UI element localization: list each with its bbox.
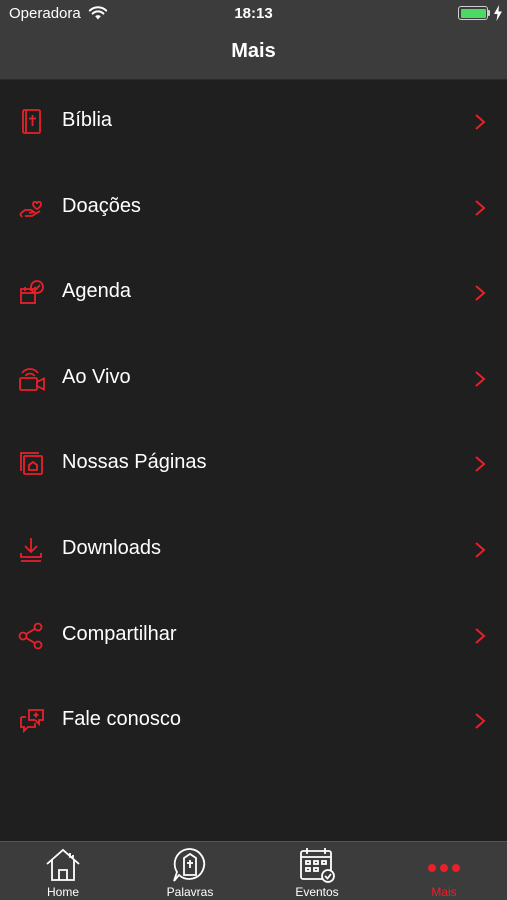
page-title: Mais [231,40,276,62]
status-bar: Operadora 18:13 [0,0,507,28]
navigation-bar: Mais [0,28,507,80]
sermon-bubble-icon [173,848,206,882]
menu-item-label: Compartilhar [62,622,177,645]
menu-item-doacoes[interactable]: Doações [0,166,507,252]
menu-item-label: Ao Vivo [62,365,131,388]
share-icon [18,622,43,649]
clock: 18:13 [234,5,273,22]
menu-item-label: Bíblia [62,109,113,131]
chevron-right-icon [475,114,486,130]
chevron-right-icon [475,713,486,729]
chevron-right-icon [475,285,486,301]
tab-mais[interactable]: Mais [381,842,507,900]
chevron-right-icon [475,542,486,558]
battery-tip [488,10,490,16]
menu-item-label: Fale conosco [62,708,181,731]
menu-item-label: Nossas Páginas [62,451,207,474]
donation-hand-icon [19,200,42,218]
menu-item-label: Doações [62,194,141,217]
menu-list: Bíblia Doações Agenda Ao Vivo Nossas Pág… [0,80,507,765]
chevron-right-icon [475,456,486,473]
tab-label: Eventos [295,885,339,899]
chevron-right-icon [475,371,486,387]
menu-item-fale-conosco[interactable]: Fale conosco [0,679,507,765]
battery-icon [458,6,488,20]
tab-label: Mais [431,885,457,899]
menu-item-biblia[interactable]: Bíblia [0,80,507,166]
pages-icon [20,452,43,476]
menu-item-nossas-paginas[interactable]: Nossas Páginas [0,422,507,508]
tab-palavras[interactable]: Palavras [127,842,253,900]
bible-icon [22,109,41,134]
menu-item-compartilhar[interactable]: Compartilhar [0,594,507,680]
menu-item-agenda[interactable]: Agenda [0,251,507,337]
menu-item-downloads[interactable]: Downloads [0,508,507,594]
tab-bar: Home Palavras Eventos Mais [0,841,507,900]
tab-home[interactable]: Home [0,842,126,900]
agenda-calendar-icon [20,280,44,305]
chevron-right-icon [475,627,486,644]
tab-eventos[interactable]: Eventos [254,842,380,900]
tab-label: Palavras [166,885,214,899]
download-icon [20,537,42,562]
menu-item-label: Downloads [62,536,161,559]
charging-bolt-icon [494,5,502,21]
chevron-right-icon [475,199,486,216]
chat-bubbles-icon [20,709,44,734]
menu-item-ao-vivo[interactable]: Ao Vivo [0,337,507,423]
house-icon [46,848,80,881]
menu-item-label: Agenda [62,280,131,303]
live-camera-icon [19,367,45,391]
more-dots-icon [428,864,460,872]
calendar-icon [300,848,335,883]
tab-label: Home [46,885,79,899]
